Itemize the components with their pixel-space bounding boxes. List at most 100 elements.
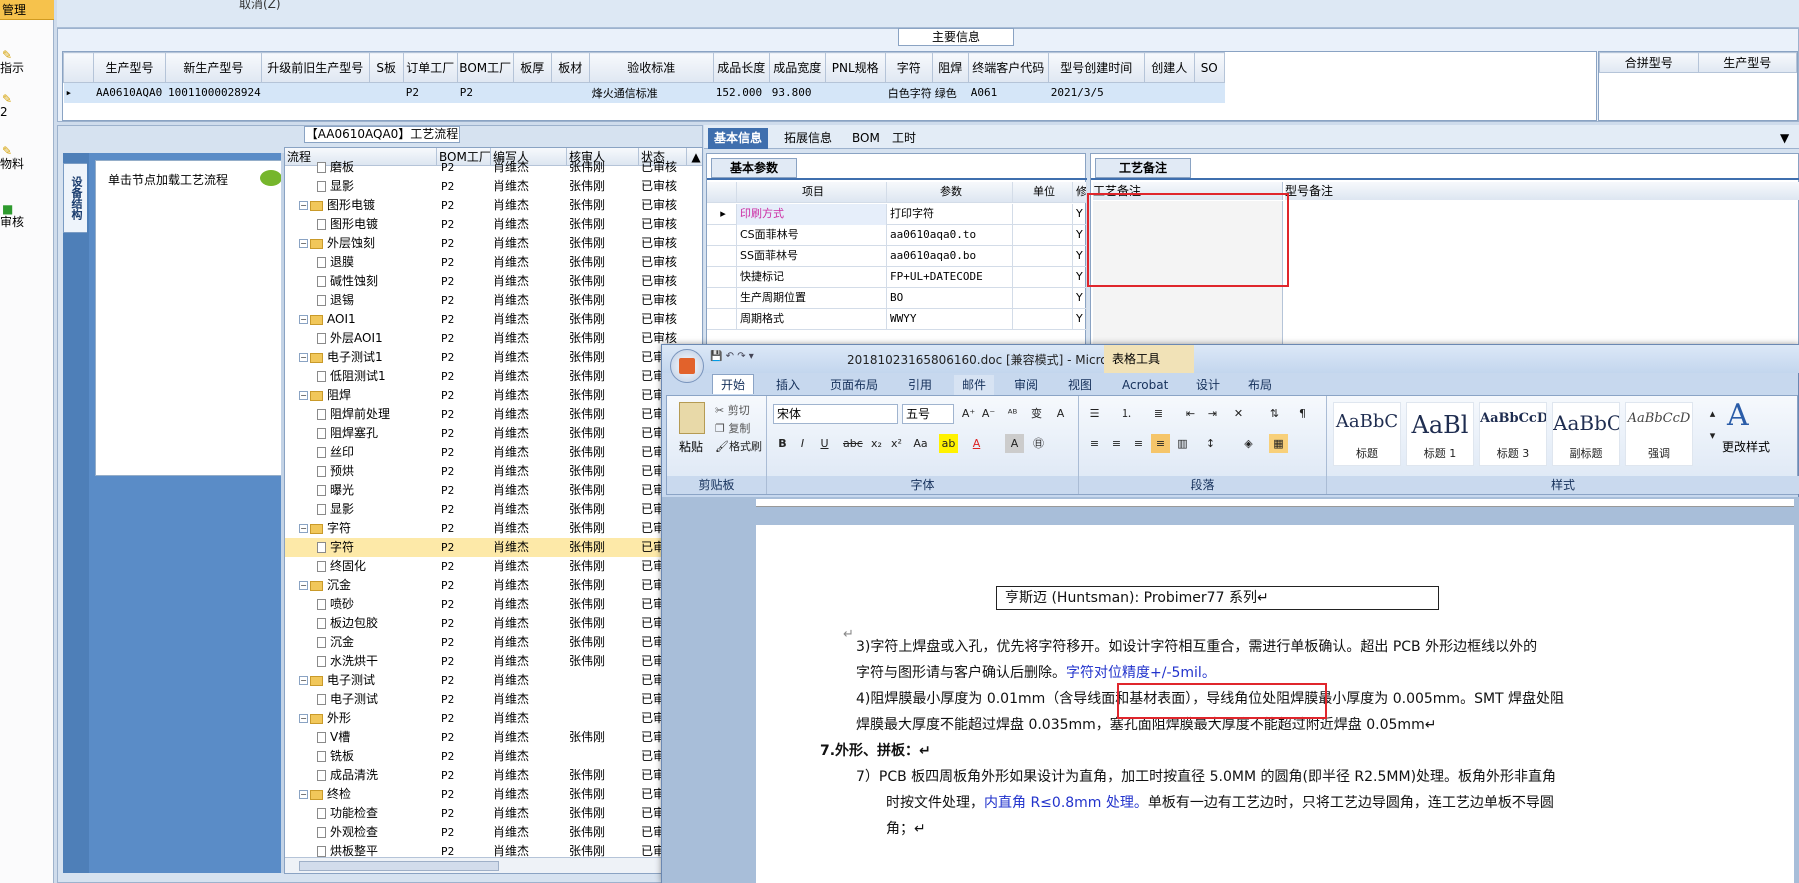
sort-icon[interactable]: ⇅ [1265,404,1284,423]
tree-row[interactable]: 外层AOI1 P2 肖维杰 张伟刚 已审核 [285,329,702,348]
table-row[interactable]: ▸ AA0610AQA0 10011000028924 P2 P2 烽火通信标准 152.0… [63,82,1225,103]
param-row[interactable]: 快捷标记 FP+UL+DATECODE Y [707,267,1087,288]
tab-review[interactable]: 审阅 [1006,375,1046,395]
tree-row[interactable]: 字符 P2 肖维杰 张伟刚 已审核 [285,538,702,557]
collapse-icon[interactable]: − [299,201,308,210]
phonetic-guide-icon[interactable]: 变 [1027,404,1046,423]
table-cell[interactable] [1144,82,1195,103]
style-item[interactable]: AaBbC 标题 [1333,402,1401,466]
quick-access-toolbar[interactable]: 💾 ↶ ↷ ▾ [710,351,810,367]
table-cell[interactable] [825,82,886,103]
change-case-icon[interactable]: Aa [911,434,930,453]
nav-item-material[interactable]: ✎ 物料 [0,144,54,170]
tree-row[interactable]: − 阻焊 P2 肖维杰 张伟刚 已审核 [285,386,702,405]
style-item[interactable]: AaBbCcD 强调 [1625,402,1693,466]
tab-view[interactable]: 视图 [1060,375,1100,395]
font-name-select[interactable]: 宋体 [773,404,898,424]
column-header[interactable]: 升级前旧生产型号 [260,52,370,83]
column-header[interactable]: 验收标准 [588,52,714,83]
table-cell[interactable]: 烽火通信标准 [589,82,714,103]
table-cell[interactable]: 绿色 [932,82,969,103]
shading-icon[interactable]: ◈ [1239,434,1258,453]
highlight-icon[interactable]: ab [939,434,958,453]
tab-equipment-structure[interactable]: 设备结构 [63,163,87,233]
param-row[interactable]: 周期格式 WWYY Y [707,309,1087,330]
italic-icon[interactable]: I [793,434,812,453]
column-header[interactable]: S板 [368,52,404,83]
tree-row[interactable]: 显影 P2 肖维杰 张伟刚 已审核 [285,177,702,196]
column-header[interactable]: 板材 [550,52,590,83]
param-row[interactable]: SS面菲林号 aa0610aqa0.bo Y [707,246,1087,267]
bold-icon[interactable]: B [773,434,792,453]
tree-row[interactable]: 板边包胶 P2 肖维杰 张伟刚 已审核 [285,614,702,633]
char-border-icon[interactable]: A [1051,404,1070,423]
tree-row[interactable]: 阻焊塞孔 P2 肖维杰 张伟刚 已审核 [285,424,702,443]
param-value[interactable]: 打印字符 [887,204,1013,225]
column-header[interactable]: 型号创建时间 [1047,52,1145,83]
tree-row[interactable]: 丝印 P2 肖维杰 张伟刚 已审核 [285,443,702,462]
justify-icon[interactable]: ≡ [1151,434,1170,453]
column-header[interactable]: 板厚 [512,52,552,83]
collapse-icon[interactable]: − [299,714,308,723]
font-color-icon[interactable]: A [967,434,986,453]
tab-home[interactable]: 开始 [712,374,755,394]
column-header[interactable]: SO [1193,52,1225,83]
table-cell[interactable]: 10011000028924 [165,82,262,103]
column-header[interactable]: 单位 [1013,182,1073,203]
tab-references[interactable]: 引用 [900,375,940,395]
table-cell[interactable] [369,82,404,103]
grow-font-icon[interactable]: A⁺ [959,404,978,423]
change-styles-button[interactable]: 更改样式 [1722,438,1770,455]
tab-layout[interactable]: 布局 [1240,375,1280,395]
table-cell[interactable]: 2021/3/5 [1048,82,1145,103]
char-shading-icon[interactable]: A [1005,434,1024,453]
show-marks-icon[interactable]: ¶ [1293,404,1312,423]
column-header[interactable]: PNL规格 [824,52,886,83]
shrink-font-icon[interactable]: A⁻ [979,404,998,423]
increase-indent-icon[interactable]: ⇥ [1203,404,1222,423]
tree-row[interactable]: 碱性蚀刻 P2 肖维杰 张伟刚 已审核 [285,272,702,291]
align-right-icon[interactable]: ≡ [1129,434,1148,453]
column-header[interactable]: 订单工厂 [402,52,458,83]
table-cell[interactable] [551,82,590,103]
column-header[interactable]: 合拼型号 [1599,52,1699,73]
table-cell[interactable]: 93.800 [769,82,826,103]
collapse-icon[interactable]: − [299,315,308,324]
tab-mailings[interactable]: 邮件 [954,375,995,395]
tree-row[interactable]: − 图形电镀 P2 肖维杰 张伟刚 已审核 [285,196,702,215]
column-header[interactable]: 生产型号 [1697,52,1797,73]
styles-scroll-down-icon[interactable]: ▾ [1703,426,1722,445]
styles-scroll-up-icon[interactable]: ▴ [1703,404,1722,423]
param-row[interactable]: 生产周期位置 BO Y [707,288,1087,309]
param-value[interactable]: BO [887,288,1013,309]
column-header[interactable]: 项目 [737,182,887,203]
style-item[interactable]: AaBbC 副标题 [1552,402,1620,466]
param-value[interactable]: WWYY [887,309,1013,330]
line-spacing-icon[interactable]: ↕ [1201,434,1220,453]
column-header[interactable]: BOM工厂 [456,52,514,83]
column-header[interactable]: 阻焊 [931,52,969,83]
tree-row[interactable]: 磨板 P2 肖维杰 张伟刚 已审核 [285,158,702,177]
tree-row[interactable]: − 电子测试1 P2 肖维杰 张伟刚 已审核 [285,348,702,367]
horizontal-scrollbar[interactable] [285,857,702,873]
decrease-indent-icon[interactable]: ⇤ [1181,404,1200,423]
column-header[interactable]: 生产型号 [93,52,166,83]
tree-row[interactable]: 预烘 P2 肖维杰 张伟刚 已审核 [285,462,702,481]
tab-design[interactable]: 设计 [1188,375,1228,395]
tree-row[interactable]: − 电子测试 P2 肖维杰 已审核 [285,671,702,690]
tree-row[interactable]: 水洗烘干 P2 肖维杰 张伟刚 已审核 [285,652,702,671]
subscript-icon[interactable]: x₂ [867,434,886,453]
nav-item-guide[interactable]: ✎ 指示 [0,48,54,74]
tree-row[interactable]: − 沉金 P2 肖维杰 张伟刚 已审核 [285,576,702,595]
column-header[interactable]: 字符 [884,52,933,83]
tree-row[interactable]: − 字符 P2 肖维杰 张伟刚 已审核 [285,519,702,538]
nav-header[interactable]: 管理 [0,0,54,20]
tab-basic-info[interactable]: 基本信息 [708,128,769,149]
tree-row[interactable]: 退锡 P2 肖维杰 张伟刚 已审核 [285,291,702,310]
nav-item-2[interactable]: ✎ 2 [0,92,54,118]
table-cell[interactable] [1194,82,1225,103]
tab-extended-info[interactable]: 拓展信息 [778,128,838,149]
tree-row[interactable]: 显影 P2 肖维杰 张伟刚 已审核 [285,500,702,519]
borders-icon[interactable]: ▦ [1269,434,1288,453]
tab-hours[interactable]: 工时 [886,128,922,149]
